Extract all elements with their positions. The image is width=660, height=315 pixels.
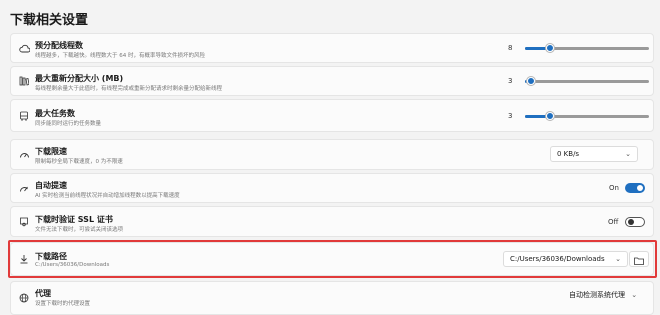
row-description: 限制每秒全局下载速度，0 为不限速 — [35, 159, 123, 165]
row-description: 文件无法下载时，可尝试关闭该选项 — [35, 227, 124, 233]
auto-speedup-toggle[interactable] — [625, 183, 645, 193]
chevron-down-icon: ⌄ — [631, 291, 638, 299]
proxy-dropdown[interactable]: 自动检测系统代理 ⌄ — [569, 290, 637, 300]
row-description: 设置下载时的代理设置 — [35, 301, 91, 307]
books-icon — [18, 75, 30, 87]
row-auto-speedup: 自动提速 AI 实时检测当前线程状况并自动增加线程数以提高下载速度 On — [10, 173, 654, 203]
row-description: 每线程剩余量大于此值时，有线程完成或重新分配请求时剩余量分配给新线程 — [35, 86, 223, 92]
row-proxy: 代理 设置下载时的代理设置 自动检测系统代理 ⌄ — [10, 281, 654, 315]
row-title: 下载限速 — [35, 147, 67, 156]
row-description: AI 实时检测当前线程状况并自动增加线程数以提高下载速度 — [35, 193, 180, 199]
row-title: 预分配线程数 — [35, 41, 83, 50]
row-title: 最大任务数 — [35, 109, 75, 118]
toggle-state-label: Off — [608, 218, 619, 226]
row-description: 线程越多，下载越快。线程数大于 64 时，有概率导致文件损坏的风险 — [35, 53, 205, 59]
row-title: 下载时验证 SSL 证书 — [35, 215, 113, 224]
toggle-knob — [628, 219, 634, 225]
row-title: 自动提速 — [35, 181, 67, 190]
cloud-icon — [18, 42, 30, 54]
slider-thumb[interactable] — [527, 77, 535, 85]
row-prealloc-threads: 预分配线程数 线程越多，下载越快。线程数大于 64 时，有概率导致文件损坏的风险… — [10, 33, 654, 63]
value-label: 8 — [508, 44, 513, 52]
slider-thumb[interactable] — [546, 44, 554, 52]
speed-boost-icon — [18, 182, 30, 194]
row-max-tasks: 最大任务数 同步能同时运行的任务数量 3 — [10, 99, 654, 132]
slider-track[interactable] — [525, 80, 649, 83]
value-label: 3 — [508, 112, 513, 120]
speed-limit-dropdown[interactable]: 0 KB/s ⌄ — [550, 146, 638, 162]
row-description: 同步能同时运行的任务数量 — [35, 121, 102, 127]
toggle-state-label: On — [609, 184, 619, 192]
slider-thumb[interactable] — [546, 112, 554, 120]
dropdown-value: 0 KB/s — [557, 150, 580, 158]
dropdown-value: 自动检测系统代理 — [569, 291, 625, 299]
certificate-icon — [18, 216, 30, 228]
row-verify-ssl: 下载时验证 SSL 证书 文件无法下载时，可尝试关闭该选项 Off — [10, 206, 654, 237]
highlight-box — [8, 240, 657, 278]
row-speed-limit: 下载限速 限制每秒全局下载速度，0 为不限速 0 KB/s ⌄ — [10, 139, 654, 170]
row-title: 代理 — [35, 289, 51, 298]
globe-icon — [18, 292, 30, 304]
bus-icon — [18, 110, 30, 122]
value-label: 3 — [508, 77, 513, 85]
section-title: 下载相关设置 — [10, 13, 89, 28]
chevron-down-icon: ⌄ — [625, 150, 631, 158]
row-title: 最大重新分配大小 (MB) — [35, 74, 124, 83]
row-max-split-size: 最大重新分配大小 (MB) 每线程剩余量大于此值时，有线程完成或重新分配请求时剩… — [10, 66, 654, 96]
verify-ssl-toggle[interactable] — [625, 217, 645, 227]
speedometer-icon — [18, 149, 30, 161]
toggle-knob — [637, 185, 643, 191]
